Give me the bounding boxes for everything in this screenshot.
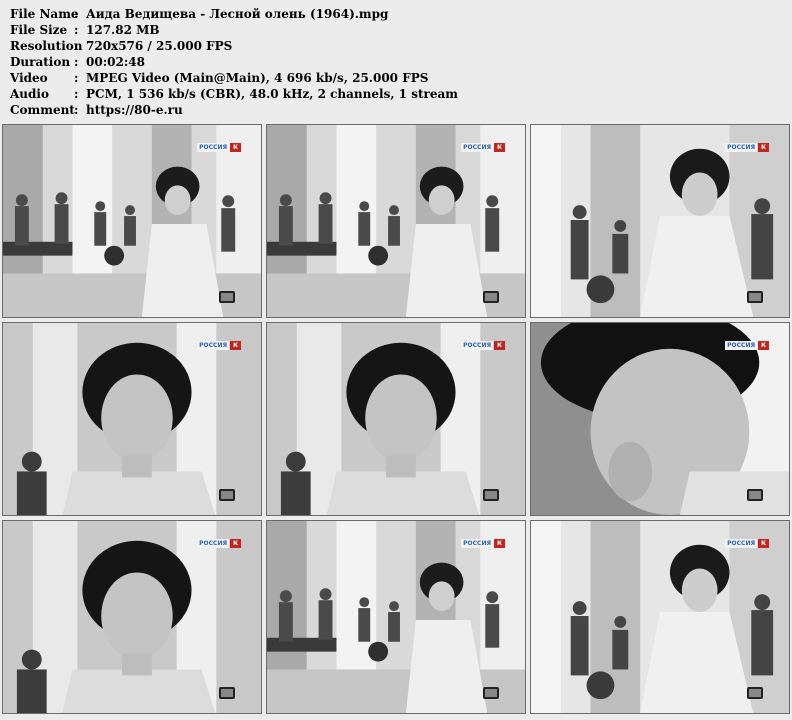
video-thumbnail-7: РОССИЯ К xyxy=(2,520,262,714)
channel-logo-mark: К xyxy=(230,341,241,350)
info-separator: : xyxy=(74,39,79,53)
info-value-video: MPEG Video (Main@Main), 4 696 kb/s, 25.0… xyxy=(86,71,429,85)
channel-logo-mark: К xyxy=(758,539,769,548)
channel-logo-word: РОССИЯ xyxy=(461,341,494,350)
info-separator: : xyxy=(74,55,79,69)
info-row-resolution: Resolution : 720x576 / 25.000 FPS xyxy=(10,38,458,54)
channel-logo-mark: К xyxy=(494,341,505,350)
video-thumbnail-2: РОССИЯ К xyxy=(266,124,526,318)
video-frame-image xyxy=(531,521,789,713)
info-label: Comment xyxy=(10,103,75,117)
video-frame-image xyxy=(267,323,525,515)
info-label: File Size xyxy=(10,23,68,37)
channel-logo-mark: К xyxy=(758,341,769,350)
tv-watermark-icon xyxy=(483,489,499,501)
media-info-panel: File Name : Аида Ведищева - Лесной олень… xyxy=(10,6,458,118)
channel-logo-word: РОССИЯ xyxy=(461,143,494,152)
video-thumbnail-9: РОССИЯ К xyxy=(530,520,790,714)
info-separator: : xyxy=(74,71,79,85)
info-value-file-size: 127.82 MB xyxy=(86,23,160,37)
info-row-audio: Audio : PCM, 1 536 kb/s (CBR), 48.0 kHz,… xyxy=(10,86,458,102)
video-frame-image xyxy=(531,323,789,515)
info-value-duration: 00:02:48 xyxy=(86,55,145,69)
thumbnail-grid: РОССИЯ К РОССИЯ К РОССИЯ К РОССИЯ К РОССИЯ К РОССИ… xyxy=(2,124,790,714)
channel-logo-word: РОССИЯ xyxy=(197,341,230,350)
channel-logo-word: РОССИЯ xyxy=(461,539,494,548)
info-value-comment: https://80-e.ru xyxy=(86,103,183,117)
video-thumbnail-8: РОССИЯ К xyxy=(266,520,526,714)
info-label: File Name xyxy=(10,7,79,21)
video-thumbnail-6: РОССИЯ К xyxy=(530,322,790,516)
channel-logo-word: РОССИЯ xyxy=(725,341,758,350)
channel-logo-mark: К xyxy=(230,539,241,548)
video-thumbnail-1: РОССИЯ К xyxy=(2,124,262,318)
info-row-video: Video : MPEG Video (Main@Main), 4 696 kb… xyxy=(10,70,458,86)
channel-logo-mark: К xyxy=(758,143,769,152)
channel-logo-word: РОССИЯ xyxy=(725,539,758,548)
video-frame-image xyxy=(267,125,525,317)
video-thumbnail-3: РОССИЯ К xyxy=(530,124,790,318)
info-label: Video xyxy=(10,71,48,85)
channel-logo: РОССИЯ К xyxy=(461,143,505,152)
tv-watermark-icon xyxy=(483,687,499,699)
channel-logo: РОССИЯ К xyxy=(725,341,769,350)
channel-logo-mark: К xyxy=(494,539,505,548)
info-separator: : xyxy=(74,23,79,37)
info-separator: : xyxy=(74,7,79,21)
video-frame-image xyxy=(267,521,525,713)
info-row-comment: Comment : https://80-e.ru xyxy=(10,102,458,118)
tv-watermark-icon xyxy=(483,291,499,303)
video-frame-image xyxy=(531,125,789,317)
channel-logo-mark: К xyxy=(230,143,241,152)
info-separator: : xyxy=(74,103,79,117)
channel-logo: РОССИЯ К xyxy=(461,539,505,548)
channel-logo: РОССИЯ К xyxy=(725,143,769,152)
video-frame-image xyxy=(3,521,261,713)
channel-logo: РОССИЯ К xyxy=(725,539,769,548)
info-separator: : xyxy=(74,87,79,101)
channel-logo: РОССИЯ К xyxy=(197,341,241,350)
video-frame-image xyxy=(3,125,261,317)
info-value-file-name: Аида Ведищева - Лесной олень (1964).mpg xyxy=(86,7,389,21)
info-row-file-name: File Name : Аида Ведищева - Лесной олень… xyxy=(10,6,458,22)
info-label: Duration xyxy=(10,55,71,69)
video-frame-image xyxy=(3,323,261,515)
info-label: Resolution xyxy=(10,39,83,53)
tv-watermark-icon xyxy=(219,489,235,501)
channel-logo-word: РОССИЯ xyxy=(197,143,230,152)
channel-logo-word: РОССИЯ xyxy=(197,539,230,548)
info-row-duration: Duration : 00:02:48 xyxy=(10,54,458,70)
channel-logo-word: РОССИЯ xyxy=(725,143,758,152)
tv-watermark-icon xyxy=(219,291,235,303)
info-value-audio: PCM, 1 536 kb/s (CBR), 48.0 kHz, 2 chann… xyxy=(86,87,458,101)
tv-watermark-icon xyxy=(219,687,235,699)
video-thumbnail-4: РОССИЯ К xyxy=(2,322,262,516)
channel-logo: РОССИЯ К xyxy=(461,341,505,350)
tv-watermark-icon xyxy=(747,687,763,699)
tv-watermark-icon xyxy=(747,291,763,303)
video-thumbnail-5: РОССИЯ К xyxy=(266,322,526,516)
channel-logo: РОССИЯ К xyxy=(197,539,241,548)
tv-watermark-icon xyxy=(747,489,763,501)
info-value-resolution: 720x576 / 25.000 FPS xyxy=(86,39,233,53)
channel-logo: РОССИЯ К xyxy=(197,143,241,152)
info-row-file-size: File Size : 127.82 MB xyxy=(10,22,458,38)
info-label: Audio xyxy=(10,87,49,101)
channel-logo-mark: К xyxy=(494,143,505,152)
